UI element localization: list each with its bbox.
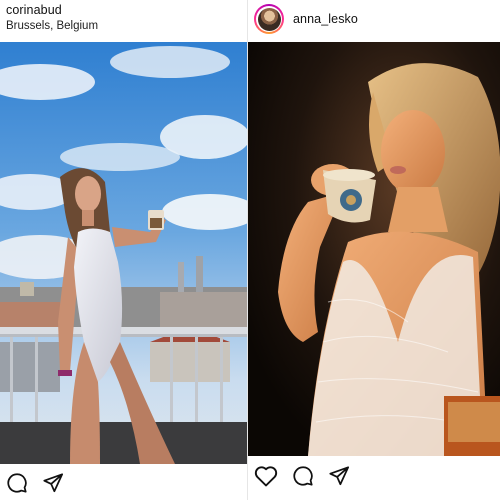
username[interactable]: corinabud bbox=[6, 3, 98, 18]
left-post-actions bbox=[6, 472, 64, 494]
username[interactable]: anna_lesko bbox=[293, 12, 358, 27]
location[interactable]: Brussels, Belgium bbox=[6, 19, 98, 33]
right-post: anna_lesko bbox=[248, 0, 500, 500]
share-icon[interactable] bbox=[42, 472, 64, 494]
share-icon[interactable] bbox=[328, 465, 350, 487]
left-post-header: corinabud Brussels, Belgium bbox=[6, 3, 98, 33]
post-photo bbox=[0, 42, 247, 464]
right-post-header: anna_lesko bbox=[254, 3, 358, 35]
like-icon[interactable] bbox=[254, 465, 278, 487]
avatar bbox=[257, 7, 281, 31]
left-post: corinabud Brussels, Belgium bbox=[0, 0, 247, 500]
comment-icon[interactable] bbox=[6, 472, 28, 494]
story-ring[interactable] bbox=[254, 4, 284, 34]
comment-icon[interactable] bbox=[292, 465, 314, 487]
right-post-actions bbox=[254, 465, 350, 487]
post-photo bbox=[248, 42, 500, 456]
